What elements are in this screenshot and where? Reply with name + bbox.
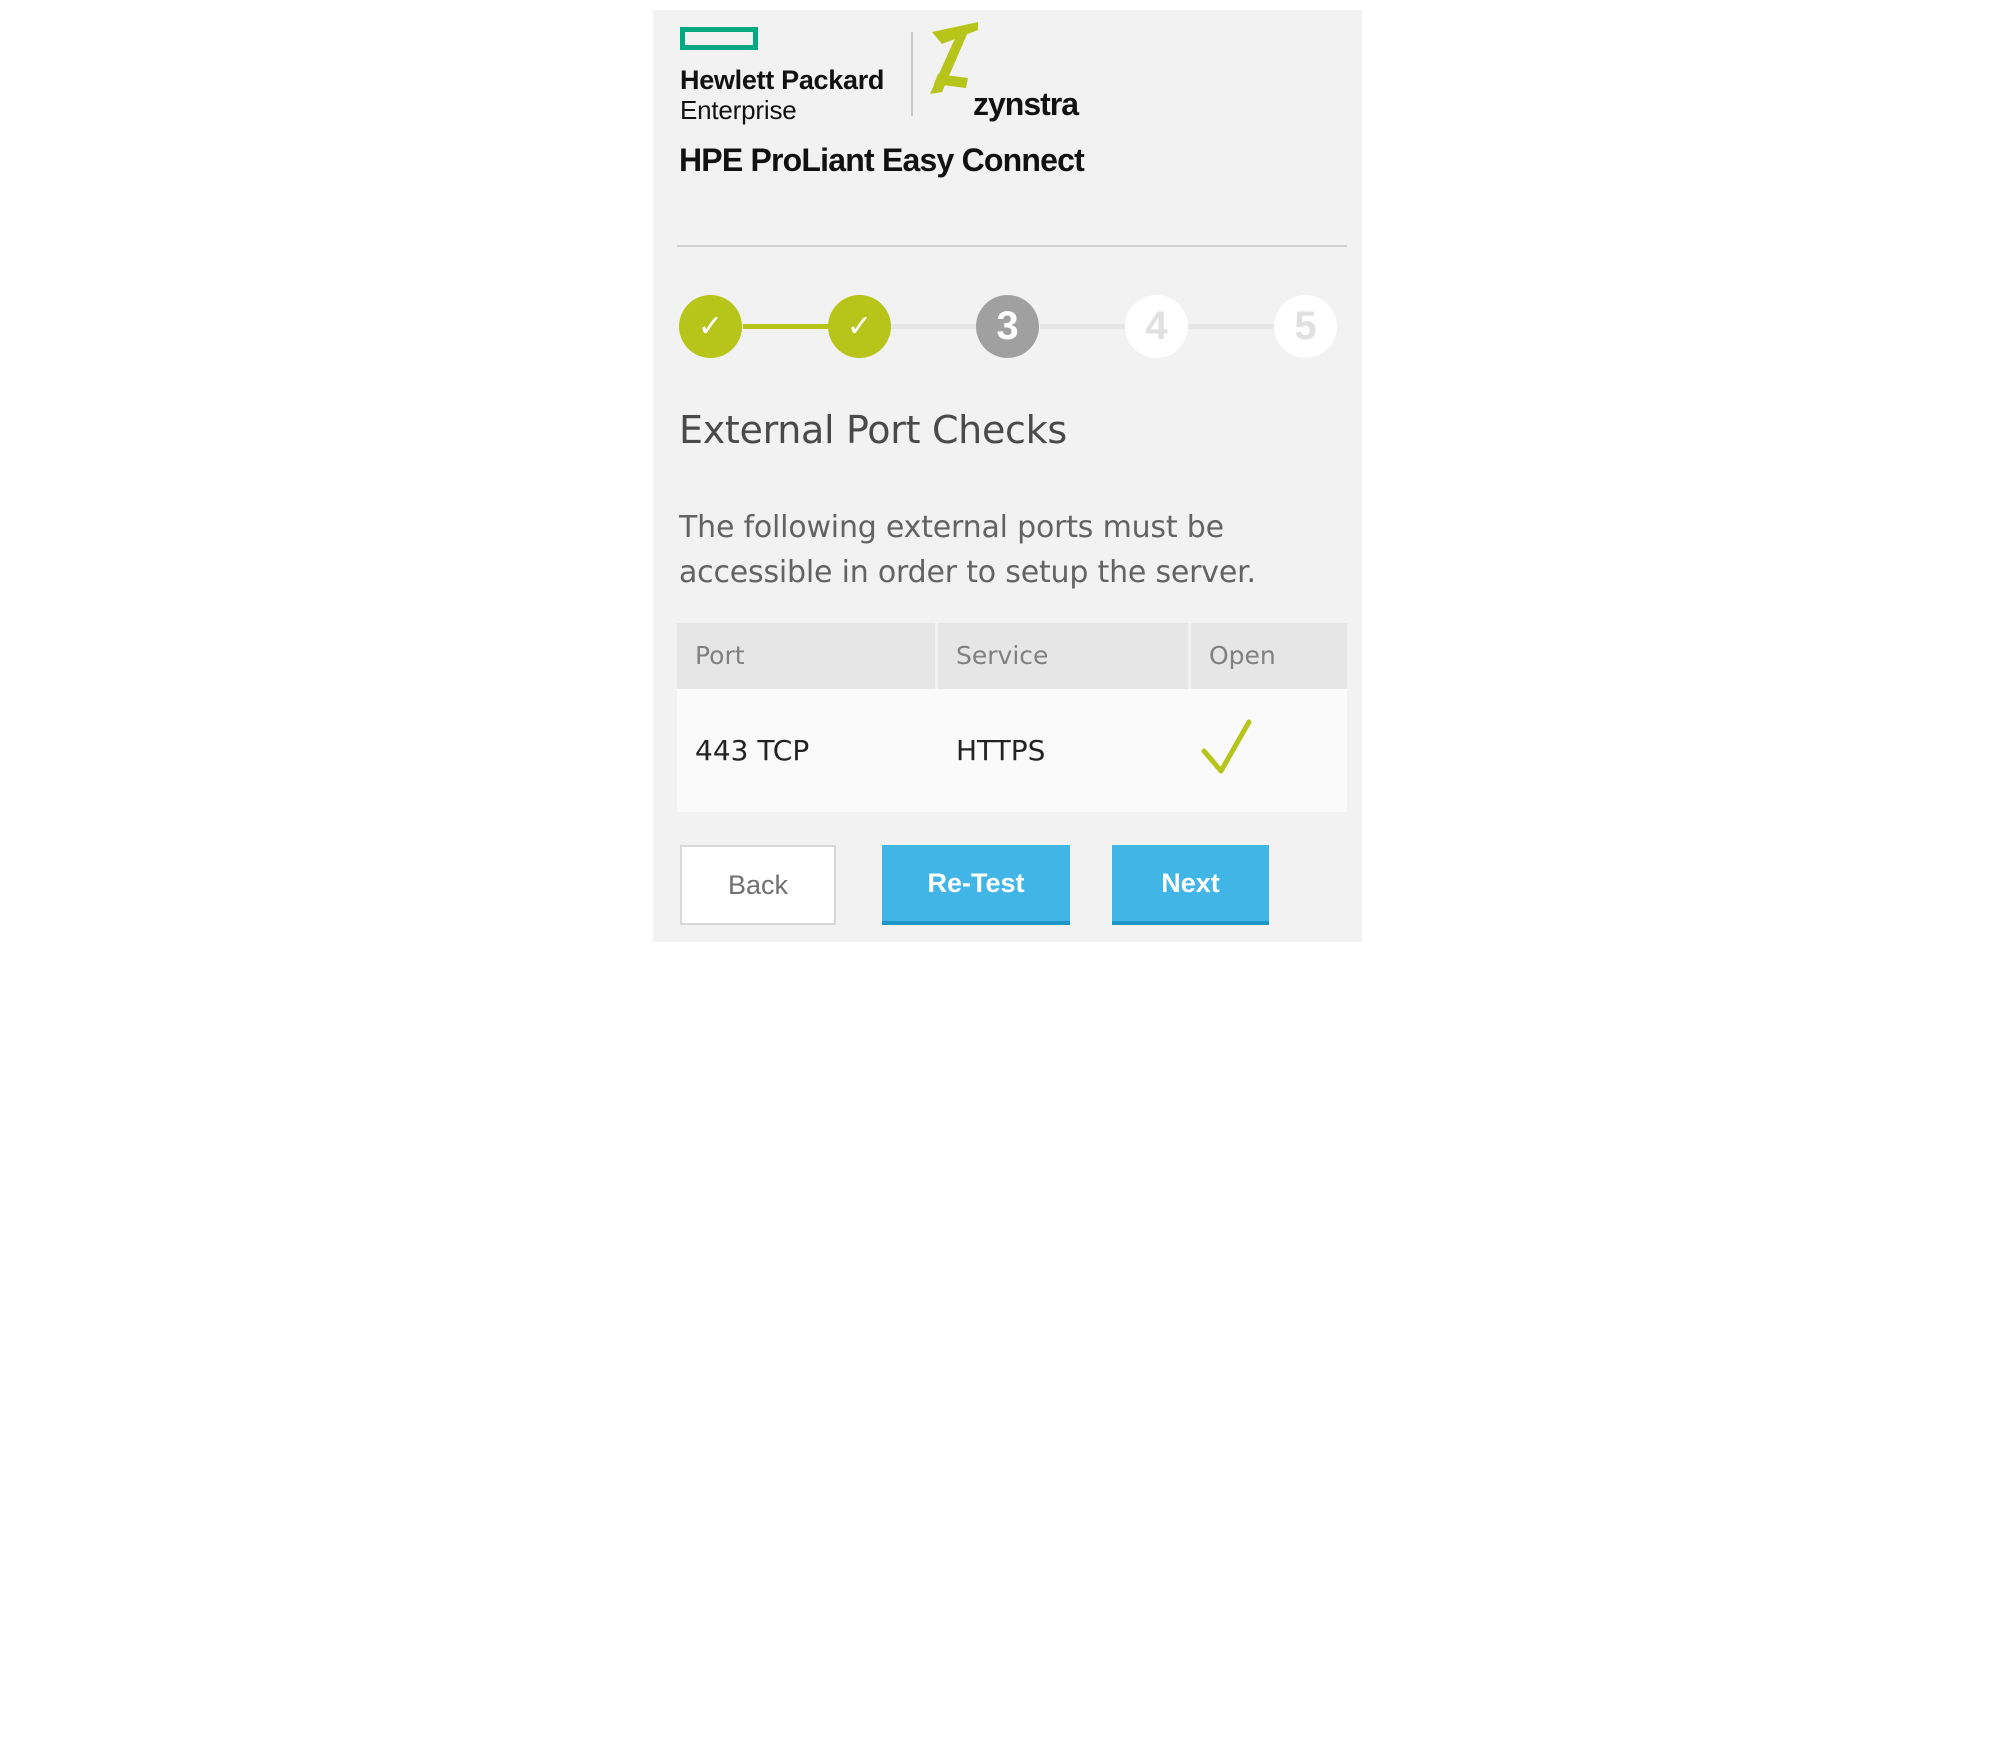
column-header-open: Open bbox=[1191, 623, 1347, 689]
cell-port: 443 TCP bbox=[695, 734, 810, 767]
step-connector bbox=[1040, 324, 1128, 329]
column-header-port: Port bbox=[677, 623, 935, 689]
step-5-pending: 5 bbox=[1274, 295, 1337, 358]
page-title: External Port Checks bbox=[679, 408, 1067, 452]
step-2-complete: ✓ bbox=[828, 295, 891, 358]
table-header-row: Port Service Open bbox=[677, 623, 1347, 689]
port-check-table: Port Service Open 443 TCP HTTPS bbox=[677, 623, 1347, 812]
back-button[interactable]: Back bbox=[680, 845, 836, 925]
step-connector bbox=[891, 324, 979, 329]
table-row: 443 TCP HTTPS bbox=[677, 689, 1347, 812]
setup-wizard-panel: Hewlett Packard Enterprise zynstra HPE P… bbox=[653, 10, 1362, 942]
step-3-current: 3 bbox=[976, 295, 1039, 358]
checkmark-icon bbox=[1201, 719, 1253, 779]
cell-service: HTTPS bbox=[956, 734, 1046, 767]
step-4-pending: 4 bbox=[1125, 295, 1188, 358]
step-1-complete: ✓ bbox=[679, 295, 742, 358]
next-button[interactable]: Next bbox=[1112, 845, 1269, 925]
retest-button[interactable]: Re-Test bbox=[882, 845, 1070, 925]
step-connector bbox=[743, 324, 831, 329]
progress-stepper: ✓ ✓ 3 4 5 bbox=[653, 10, 1362, 358]
page-description: The following external ports must be acc… bbox=[679, 510, 1256, 590]
column-header-service: Service bbox=[938, 623, 1188, 689]
step-connector bbox=[1188, 324, 1276, 329]
